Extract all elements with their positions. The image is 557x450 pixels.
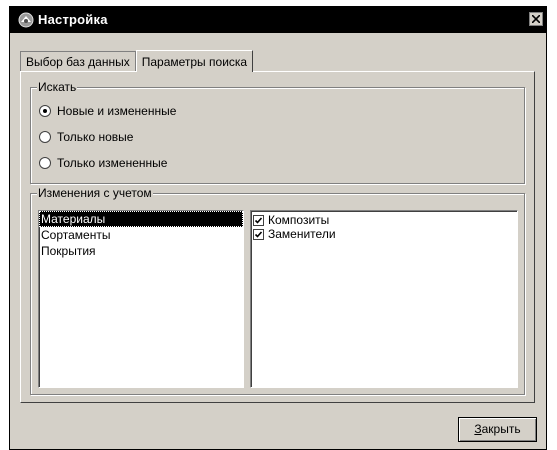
radio-label: Новые и измененные	[57, 104, 177, 118]
radio-button-checked[interactable]	[39, 105, 51, 117]
window-title: Настройка	[38, 12, 108, 27]
search-group-legend: Искать	[37, 80, 78, 94]
radio-only-changed[interactable]: Только измененные	[39, 155, 167, 171]
radio-button[interactable]	[39, 131, 51, 143]
radio-new-and-changed[interactable]: Новые и измененные	[39, 103, 176, 119]
list-item-coatings[interactable]: Покрытия	[39, 243, 243, 259]
tab-strip: Выбор баз данных Параметры поиска	[20, 49, 254, 72]
radio-only-new[interactable]: Только новые	[39, 129, 133, 145]
list-item-materials[interactable]: Материалы	[39, 211, 243, 227]
checkbox-checked-icon[interactable]	[253, 214, 264, 226]
tab-database-selection[interactable]: Выбор баз данных	[20, 51, 136, 71]
settings-dialog: Настройка Выбор баз данных Параметры пои…	[9, 6, 547, 450]
close-button-mnemonic: З	[474, 422, 482, 436]
list-item-profiles[interactable]: Сортаменты	[39, 227, 243, 243]
search-groupbox: Искать Новые и измененные Только новые Т…	[30, 80, 525, 184]
radio-label: Только измененные	[57, 156, 168, 170]
radio-label: Только новые	[57, 130, 134, 144]
category-list[interactable]: Материалы Сортаменты Покрытия	[38, 210, 244, 388]
radio-button[interactable]	[39, 157, 51, 169]
close-button[interactable]: Закрыть	[458, 417, 537, 442]
changes-group-legend: Изменения с учетом	[37, 186, 153, 200]
changes-groupbox: Изменения с учетом Материалы Сортаменты …	[30, 186, 525, 395]
options-checklist[interactable]: Композиты Заменители	[250, 210, 518, 388]
close-icon[interactable]	[529, 12, 543, 26]
close-button-label: акрыть	[481, 422, 521, 436]
checkbox-checked-icon[interactable]	[253, 228, 264, 240]
app-icon	[18, 12, 34, 28]
checkbox-composites[interactable]: Композиты	[251, 213, 517, 227]
tab-panel-search-parameters: Искать Новые и измененные Только новые Т…	[20, 71, 535, 403]
checkbox-label: Композиты	[268, 213, 330, 227]
tab-search-parameters[interactable]: Параметры поиска	[135, 50, 254, 72]
checkbox-substitutes[interactable]: Заменители	[251, 227, 517, 241]
title-bar[interactable]: Настройка	[10, 7, 546, 33]
checkbox-label: Заменители	[268, 227, 336, 241]
